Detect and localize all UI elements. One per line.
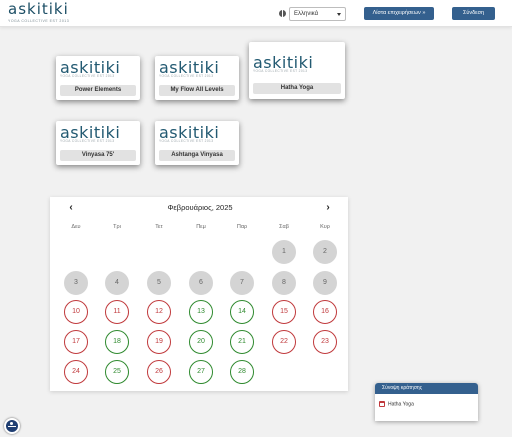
class-card-power-elements[interactable]: askitiki YOGA COLLECTIVE EST 2013 Power … xyxy=(56,56,140,100)
card-label: My Flow All Levels xyxy=(159,85,235,96)
card-tagline: YOGA COLLECTIVE EST 2013 xyxy=(60,74,115,78)
class-card-ashtanga-vinyasa[interactable]: askitiki YOGA COLLECTIVE EST 2013 Ashtan… xyxy=(155,121,239,165)
login-button[interactable]: Σύνδεση xyxy=(452,7,495,20)
booking-summary-panel: Σύνοψη κράτησης Hatha Yoga xyxy=(375,383,478,421)
calendar-day[interactable]: 25 xyxy=(105,360,129,384)
calendar-day: 4 xyxy=(105,271,129,295)
logo-tagline: YOGA COLLECTIVE EST 2013 xyxy=(8,19,70,23)
calendar-day: 1 xyxy=(272,240,296,264)
calendar-day[interactable]: 26 xyxy=(147,360,171,384)
business-list-button[interactable]: Λίστα επιχειρήσεων » xyxy=(364,7,434,20)
card-tagline: YOGA COLLECTIVE EST 2013 xyxy=(159,139,214,143)
calendar-day[interactable]: 13 xyxy=(189,300,213,324)
weekday-label: Παρ xyxy=(236,224,248,230)
card-label: Vinyasa 75' xyxy=(60,150,136,161)
card-tagline: YOGA COLLECTIVE EST 2013 xyxy=(159,74,214,78)
class-card-vinyasa-75[interactable]: askitiki YOGA COLLECTIVE EST 2013 Vinyas… xyxy=(56,121,140,165)
accessibility-icon[interactable] xyxy=(4,418,20,434)
brand-logo[interactable]: askitiki YOGA COLLECTIVE EST 2013 xyxy=(8,2,78,26)
card-label: Hatha Yoga xyxy=(253,83,341,94)
logo-text: askitiki xyxy=(8,0,69,18)
top-bar: askitiki YOGA COLLECTIVE EST 2013 Ελληνι… xyxy=(0,0,512,27)
chevron-left-icon[interactable]: ‹ xyxy=(65,202,77,214)
calendar-month-title: Φεβρουάριος, 2025 xyxy=(167,203,233,212)
summary-item[interactable]: Hatha Yoga xyxy=(379,401,414,407)
globe-icon xyxy=(279,10,286,17)
calendar-day[interactable]: 16 xyxy=(313,300,337,324)
calendar-day[interactable]: 23 xyxy=(313,330,337,354)
language-select[interactable]: Ελληνικά xyxy=(289,7,346,21)
calendar-day[interactable]: 12 xyxy=(147,300,171,324)
card-label: Power Elements xyxy=(60,85,136,96)
class-card-my-flow[interactable]: askitiki YOGA COLLECTIVE EST 2013 My Flo… xyxy=(155,56,239,100)
calendar-day[interactable]: 21 xyxy=(230,330,254,354)
summary-item-label: Hatha Yoga xyxy=(388,401,414,408)
calendar-day[interactable]: 28 xyxy=(230,360,254,384)
calendar-day[interactable]: 17 xyxy=(64,330,88,354)
weekday-label: Δευ xyxy=(71,224,81,230)
language-value: Ελληνικά xyxy=(294,11,319,17)
calendar-day[interactable]: 14 xyxy=(230,300,254,324)
calendar-day[interactable]: 11 xyxy=(105,300,129,324)
weekday-label: Τρι xyxy=(113,224,121,230)
card-tagline: YOGA COLLECTIVE EST 2013 xyxy=(253,69,308,73)
calendar-day: 8 xyxy=(272,271,296,295)
calendar-day[interactable]: 10 xyxy=(64,300,88,324)
calendar-icon xyxy=(379,401,385,407)
calendar-day[interactable]: 15 xyxy=(272,300,296,324)
calendar-day[interactable]: 19 xyxy=(147,330,171,354)
calendar-day[interactable]: 22 xyxy=(272,330,296,354)
card-tagline: YOGA COLLECTIVE EST 2013 xyxy=(60,139,115,143)
calendar-day[interactable]: 18 xyxy=(105,330,129,354)
calendar-day: 5 xyxy=(147,271,171,295)
calendar-day[interactable]: 27 xyxy=(189,360,213,384)
card-label: Ashtanga Vinyasa xyxy=(159,150,235,161)
calendar-day: 9 xyxy=(313,271,337,295)
weekday-label: Σαβ xyxy=(279,224,289,230)
calendar-day: 7 xyxy=(230,271,254,295)
class-card-hatha-yoga[interactable]: askitiki YOGA COLLECTIVE EST 2013 Hatha … xyxy=(249,42,345,99)
calendar-day: 2 xyxy=(313,240,337,264)
calendar-day: 3 xyxy=(64,271,88,295)
calendar-day[interactable]: 20 xyxy=(189,330,213,354)
weekday-label: Τετ xyxy=(155,224,163,230)
weekday-label: Κυρ xyxy=(320,224,330,230)
booking-calendar: ‹ Φεβρουάριος, 2025 › Δευ Τρι Τετ Πεμ Παρ Σαβ… xyxy=(50,197,348,391)
calendar-day: 6 xyxy=(189,271,213,295)
weekday-label: Πεμ xyxy=(196,224,206,230)
calendar-day[interactable]: 24 xyxy=(64,360,88,384)
summary-title: Σύνοψη κράτησης xyxy=(375,383,478,394)
chevron-down-icon xyxy=(337,13,341,16)
chevron-right-icon[interactable]: › xyxy=(322,202,334,214)
